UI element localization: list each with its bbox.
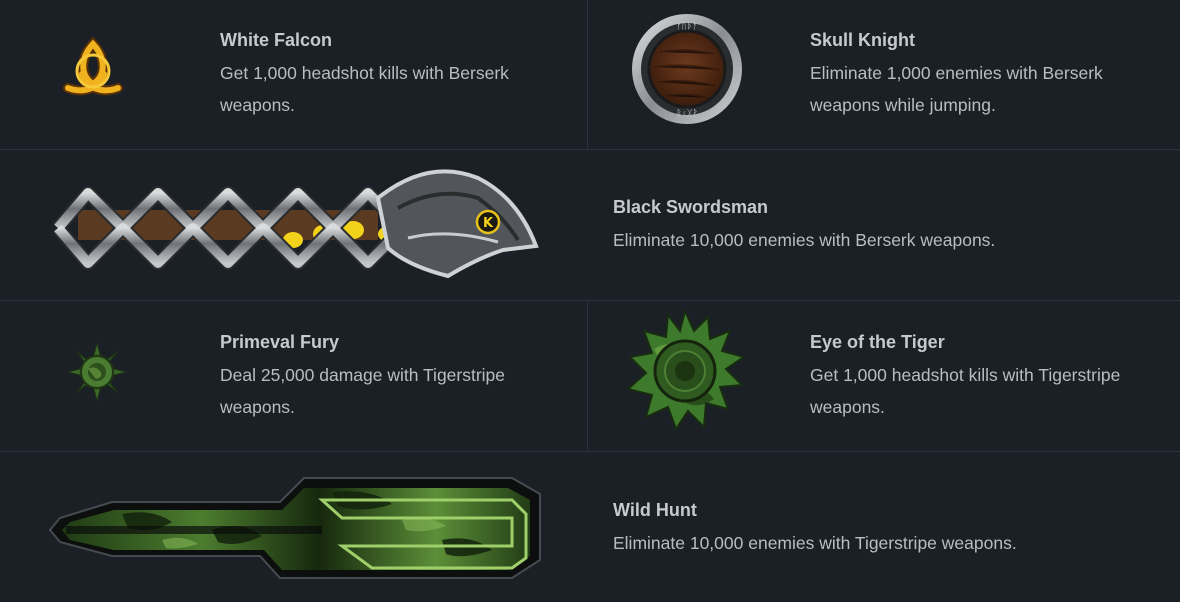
achievement-card: ᚠᚢᚦᚨ ᚱᚲᚷᚹ Skull Knight Eliminate 1,000 e… <box>588 0 1180 149</box>
achievement-row: Wild Hunt Eliminate 10,000 enemies with … <box>0 452 1180 602</box>
achievement-title: Wild Hunt <box>613 500 697 520</box>
svg-text:K: K <box>483 216 494 231</box>
svg-text:ᚱᚲᚷᚹ: ᚱᚲᚷᚹ <box>676 108 698 119</box>
achievement-title: Primeval Fury <box>220 332 340 352</box>
achievement-description: Deal 25,000 damage with Tigerstripe weap… <box>220 365 506 417</box>
camo-gear-emblem-icon <box>624 307 747 433</box>
rune-shield-icon: ᚠᚢᚦᚨ ᚱᚲᚷᚹ <box>630 12 744 126</box>
achievement-title: Black Swordsman <box>613 197 769 217</box>
achievement-description: Get 1,000 headshot kills with Berserk we… <box>220 63 509 115</box>
achievement-card: White Falcon Get 1,000 headshot kills wi… <box>0 0 587 149</box>
triquetra-emblem-icon <box>58 36 128 106</box>
achievement-card: Eye of the Tiger Get 1,000 headshot kill… <box>588 301 1180 451</box>
achievement-card: Primeval Fury Deal 25,000 damage with Ti… <box>0 301 587 451</box>
svg-text:ᚠᚢᚦᚨ: ᚠᚢᚦᚨ <box>676 21 698 32</box>
achievement-title: White Falcon <box>220 30 332 50</box>
achievement-title: Skull Knight <box>810 30 915 50</box>
achievement-row: K Black Swordsman Eliminate 10,000 enemi… <box>0 150 1180 301</box>
camo-sun-emblem-icon <box>66 341 128 403</box>
achievement-row: White Falcon Get 1,000 headshot kills wi… <box>0 0 1180 150</box>
achievement-title: Eye of the Tiger <box>810 332 945 352</box>
achievements-grid: White Falcon Get 1,000 headshot kills wi… <box>0 0 1180 602</box>
achievement-row: Primeval Fury Deal 25,000 damage with Ti… <box>0 301 1180 452</box>
celtic-dragon-banner-icon: K <box>48 158 540 288</box>
achievement-description: Get 1,000 headshot kills with Tigerstrip… <box>810 365 1121 417</box>
achievement-card: K Black Swordsman Eliminate 10,000 enemi… <box>0 150 1180 300</box>
achievement-card: Wild Hunt Eliminate 10,000 enemies with … <box>0 452 1180 602</box>
achievement-description: Eliminate 10,000 enemies with Berserk we… <box>613 230 996 250</box>
achievement-description: Eliminate 10,000 enemies with Tigerstrip… <box>613 533 1017 553</box>
achievement-description: Eliminate 1,000 enemies with Berserk wea… <box>810 63 1103 115</box>
camo-banner-icon <box>42 460 544 584</box>
